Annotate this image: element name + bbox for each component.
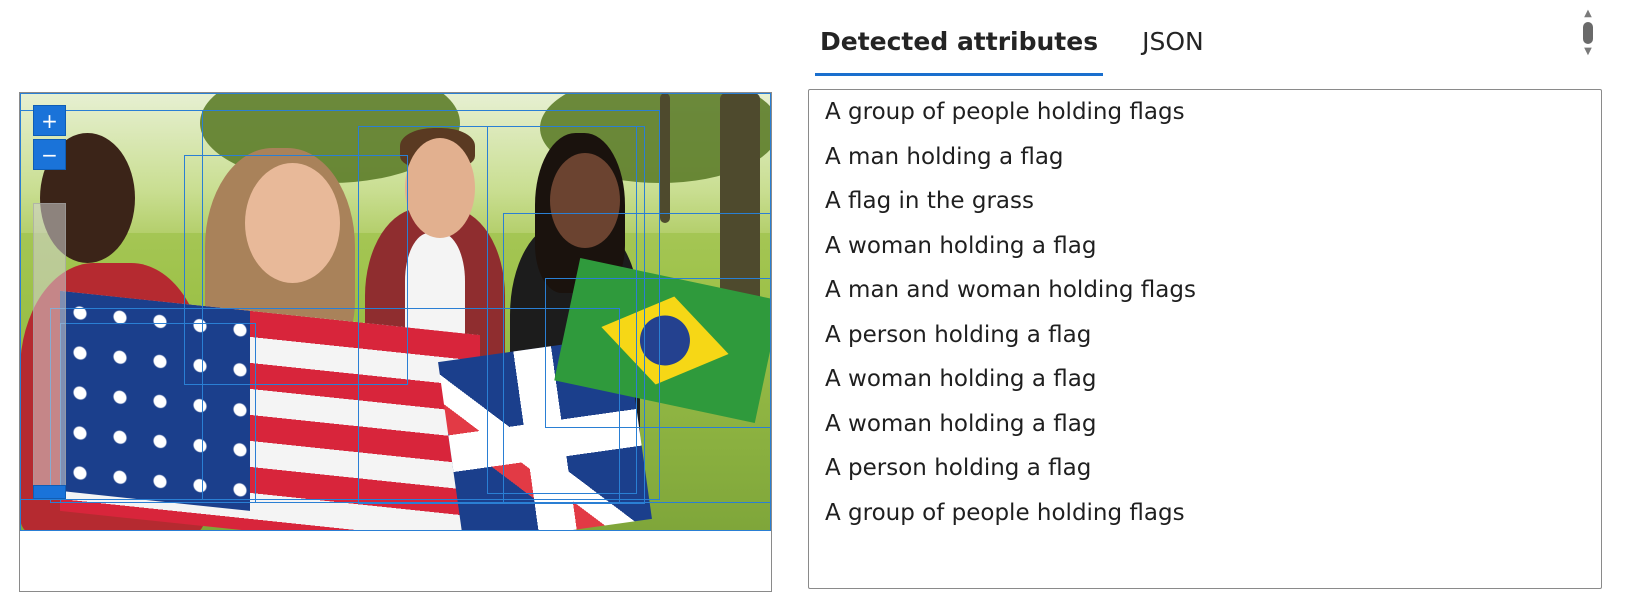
list-item[interactable]: A flag in the grass	[809, 186, 1601, 231]
zoom-in-button[interactable]: +	[33, 105, 66, 136]
list-item[interactable]: A group of people holding flags	[809, 97, 1601, 142]
list-item[interactable]: A woman holding a flag	[809, 364, 1601, 409]
chevron-up-icon[interactable]: ▲	[1581, 8, 1595, 20]
image-viewer[interactable]: + −	[19, 92, 772, 592]
list-item[interactable]: A man holding a flag	[809, 142, 1601, 187]
chevron-down-icon[interactable]: ▼	[1581, 46, 1595, 58]
zoom-controls: + −	[33, 105, 66, 170]
tab-detected-attributes[interactable]: Detected attributes	[815, 18, 1104, 76]
list-item[interactable]: A woman holding a flag	[809, 409, 1601, 454]
zoom-slider-handle[interactable]	[33, 485, 66, 499]
page-scrollbar[interactable]: ▲ ▼	[1581, 8, 1595, 66]
zoom-slider-track[interactable]	[33, 203, 66, 486]
list-item[interactable]: A person holding a flag	[809, 320, 1601, 365]
zoom-out-button[interactable]: −	[33, 139, 66, 170]
list-item[interactable]: A person holding a flag	[809, 453, 1601, 498]
detected-attributes-list: A group of people holding flags A man ho…	[808, 89, 1602, 589]
list-item[interactable]: A group of people holding flags	[809, 498, 1601, 543]
scrollbar-thumb[interactable]	[1583, 22, 1593, 44]
detection-box[interactable]	[60, 323, 256, 503]
list-item[interactable]: A man and woman holding flags	[809, 275, 1601, 320]
result-tabs: Detected attributes JSON	[815, 18, 1209, 76]
tab-json[interactable]: JSON	[1137, 18, 1209, 70]
list-item[interactable]: A woman holding a flag	[809, 231, 1601, 276]
